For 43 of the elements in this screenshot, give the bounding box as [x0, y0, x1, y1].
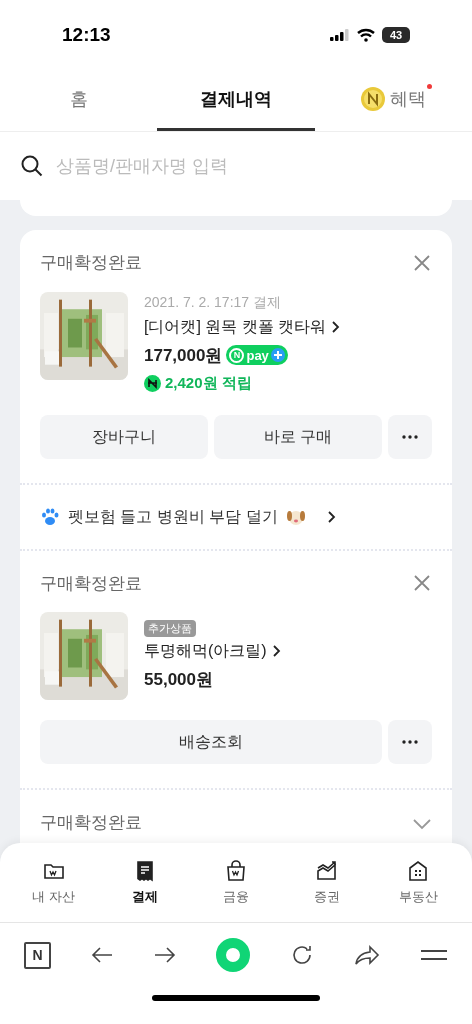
nav-tab[interactable]: 부동산 [383, 858, 454, 907]
npay-badge: N pay [226, 345, 288, 366]
menu-icon[interactable] [419, 947, 448, 963]
chevron-right-icon [270, 642, 283, 659]
more-icon [402, 434, 418, 439]
points-earned: 2,420원 적립 [165, 373, 252, 393]
search-field[interactable]: 상품명/판매자명 입력 [56, 152, 452, 180]
nav-tab[interactable]: 증권 [292, 858, 363, 907]
share-icon[interactable] [353, 943, 382, 967]
close-icon[interactable] [412, 252, 432, 273]
search-bar[interactable]: 상품명/판매자명 입력 [0, 132, 472, 200]
extra-item-tag: 추가상품 [144, 620, 196, 637]
nav-tab[interactable]: 결제 [109, 858, 180, 907]
product-name[interactable]: 투명해먹(아크릴) [144, 638, 283, 663]
price: 55,000원 [144, 668, 213, 691]
plus-icon [270, 348, 285, 363]
back-icon[interactable] [89, 945, 114, 965]
paw-icon [40, 506, 60, 527]
payment-date: 2021. 7. 2. 17:17 결제 [144, 292, 282, 312]
status-time: 12:13 [62, 22, 111, 47]
action-button[interactable]: 바로 구매 [214, 414, 382, 459]
order-status: 구매확정완료 [40, 812, 142, 834]
coin-icon [360, 86, 387, 112]
battery-indicator: 43 [382, 27, 410, 43]
more-icon [402, 740, 418, 744]
chevron-down-icon [412, 818, 432, 830]
action-button[interactable]: 장바구니 [40, 414, 208, 459]
search-icon [20, 154, 44, 178]
nav-tab[interactable]: 금융 [200, 858, 271, 907]
promo-link[interactable]: 펫보험 들고 병원비 부담 덜기 [68, 504, 278, 529]
home-button[interactable]: N [24, 941, 51, 969]
wifi-icon [356, 27, 376, 43]
tab[interactable]: 혜택 [314, 70, 472, 131]
action-button[interactable]: 배송조회 [40, 720, 382, 764]
tab[interactable]: 홈 [0, 70, 158, 131]
order-status: 구매확정완료 [40, 252, 142, 274]
order-status: 구매확정완료 [40, 572, 142, 595]
forward-icon[interactable] [152, 945, 177, 965]
signal-icon [330, 29, 350, 41]
nav-tab[interactable]: 내 자산 [18, 858, 89, 907]
points-coin-icon [144, 374, 161, 392]
product-name[interactable]: [디어캣] 원목 캣폴 캣타워 [144, 314, 343, 339]
price: 177,000원 [144, 344, 223, 367]
